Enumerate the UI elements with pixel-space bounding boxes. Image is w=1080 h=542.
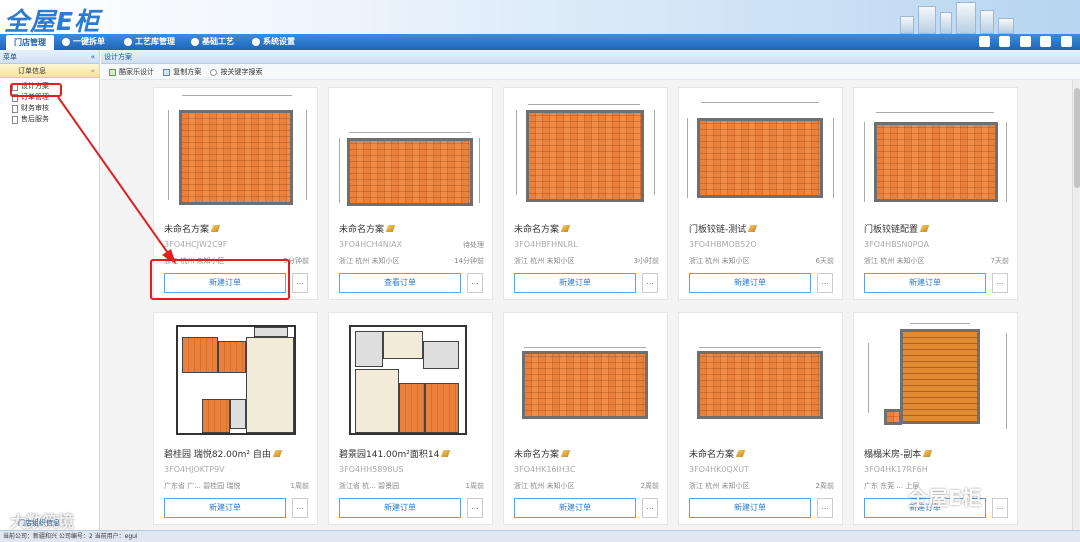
watermark-right: 全屋E柜 bbox=[908, 486, 982, 510]
annotation-arrow bbox=[57, 96, 176, 264]
watermark-left-sub: 门店组织信息 bbox=[18, 519, 60, 527]
